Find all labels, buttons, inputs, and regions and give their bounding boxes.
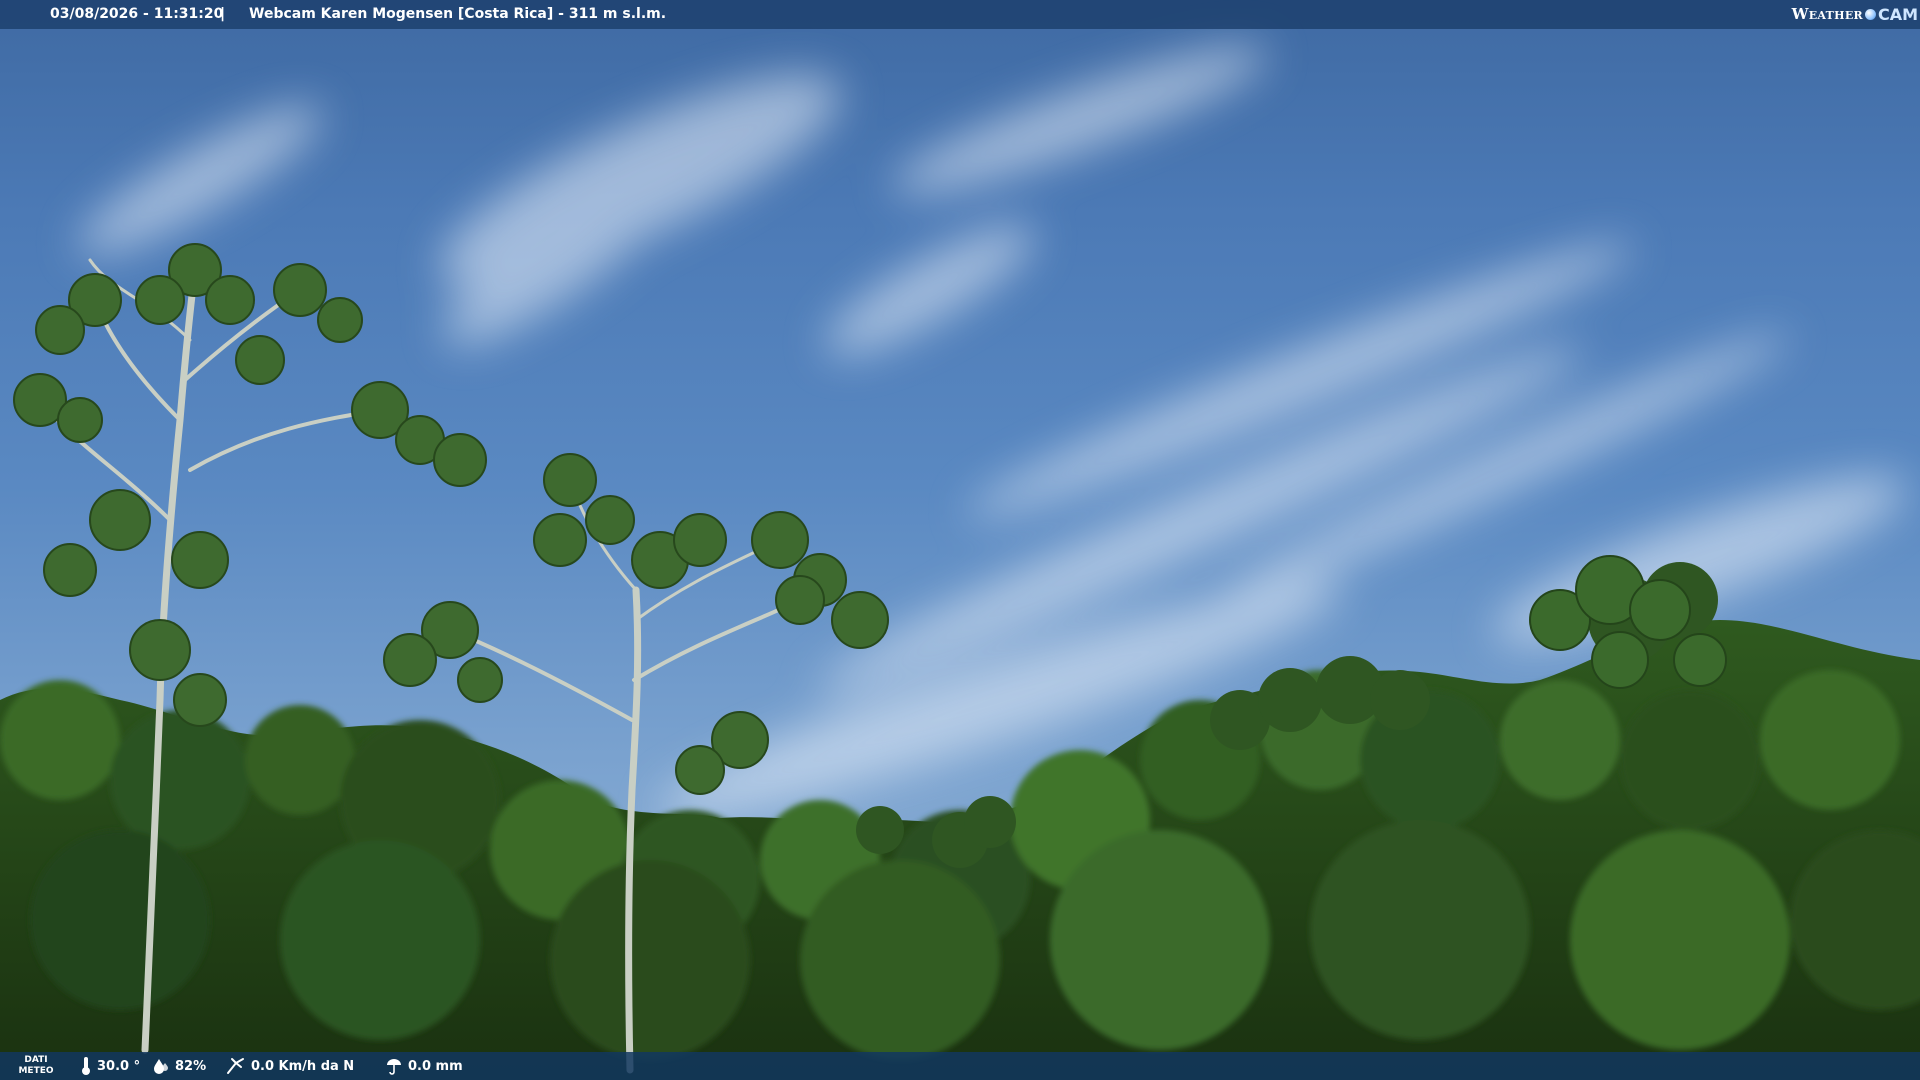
top-overlay-bar: 03/08/2026 - 11:31:20 | Webcam Karen Mog… (0, 0, 1920, 29)
temperature-value: 30.0 ° (97, 1058, 141, 1074)
landscape (0, 46, 1920, 1080)
brand-cam-text: CAM (1877, 5, 1918, 24)
timestamp: 03/08/2026 - 11:31:20 (50, 6, 224, 22)
meteo-label: DATI METEO (16, 1055, 56, 1077)
wind-icon (227, 1058, 244, 1074)
rain-value: 0.0 mm (408, 1058, 463, 1074)
meteo-label-line1: DATI (24, 1055, 48, 1065)
meteo-label-line2: METEO (18, 1066, 54, 1076)
brand-weather-text: Weather (1791, 5, 1863, 23)
meteo-data-bar: DATI METEO 30.0 ° 82% 0.0 Km/h da N 0.0 … (0, 1052, 1920, 1080)
thermometer-icon (82, 1057, 90, 1075)
rain-stat: 0.0 mm (385, 1052, 463, 1080)
humidity-stat: 82% (152, 1052, 206, 1080)
title-separator: | (220, 6, 226, 22)
camera-title: Webcam Karen Mogensen [Costa Rica] - 311… (249, 6, 667, 22)
wind-value: 0.0 Km/h da N (251, 1058, 355, 1074)
rain-icon (387, 1059, 401, 1075)
weathercam-globe-icon (1864, 9, 1876, 20)
wind-stat: 0.0 Km/h da N (226, 1052, 354, 1080)
weathercam-logo: Weather CAM (1792, 0, 1918, 29)
temperature-stat: 30.0 ° (80, 1052, 140, 1080)
humidity-value: 82% (175, 1058, 207, 1074)
humidity-drop-icon (154, 1059, 168, 1074)
webcam-image (0, 0, 1920, 1080)
